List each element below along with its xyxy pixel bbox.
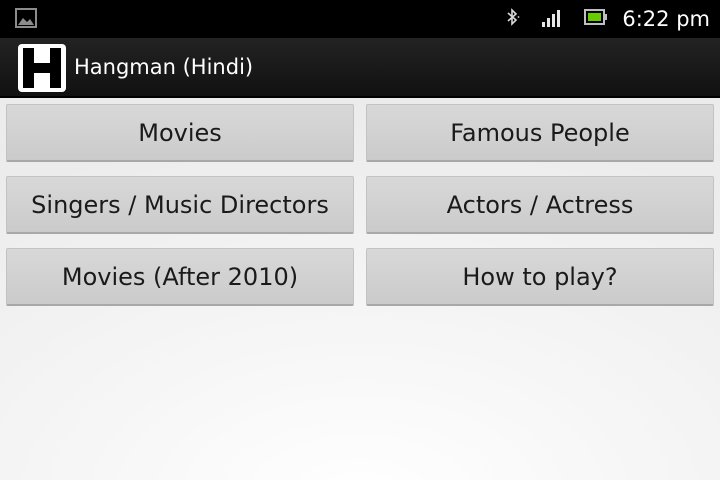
bluetooth-icon (506, 7, 520, 31)
status-time: 6:22 pm (622, 7, 710, 31)
status-icons: 6:22 pm (506, 0, 710, 38)
app-title: Hangman (Hindi) (74, 55, 254, 79)
how-to-play-button[interactable]: How to play? (366, 248, 714, 306)
gallery-icon (15, 8, 37, 28)
movies-button[interactable]: Movies (6, 104, 354, 162)
famous-people-button[interactable]: Famous People (366, 104, 714, 162)
battery-icon (584, 8, 608, 30)
status-bar: 6:22 pm (0, 0, 720, 38)
movies-after-2010-button[interactable]: Movies (After 2010) (6, 248, 354, 306)
actors-actress-button[interactable]: Actors / Actress (366, 176, 714, 234)
singers-music-directors-button[interactable]: Singers / Music Directors (6, 176, 354, 234)
action-bar: Hangman (Hindi) (0, 38, 720, 98)
signal-icon (542, 7, 564, 31)
app-logo (18, 44, 66, 92)
